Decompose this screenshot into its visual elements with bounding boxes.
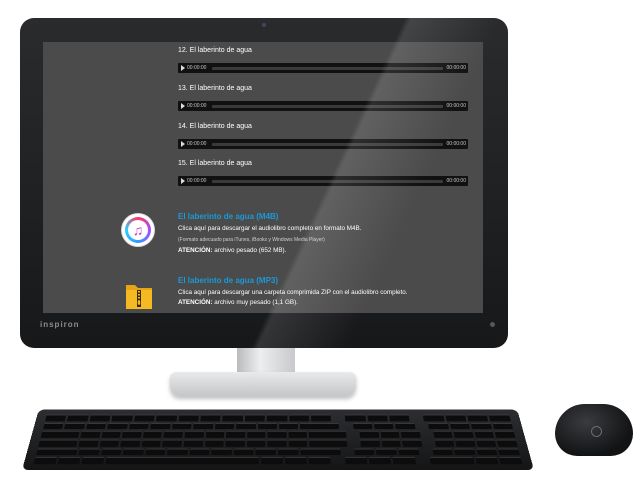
seek-bar[interactable] [212, 105, 443, 108]
play-icon [181, 178, 185, 184]
track-item: 15. El laberinto de agua 00:00:00 00:00:… [178, 159, 468, 186]
audio-player: 00:00:00 00:00:00 [178, 139, 468, 149]
download-m4b-note: (Formato adecuado para iTunes, iBooks y … [178, 237, 478, 243]
play-icon [181, 103, 185, 109]
play-icon [181, 141, 185, 147]
audio-player: 00:00:00 00:00:00 [178, 176, 468, 186]
track-title: 12. El laberinto de agua [178, 46, 468, 56]
duration: 00:00:00 [446, 65, 466, 71]
play-icon [181, 65, 185, 71]
warning-text: archivo muy pesado (1,1 GB). [213, 299, 298, 306]
itunes-icon[interactable]: ♫ [122, 214, 154, 246]
duration: 00:00:00 [446, 141, 466, 147]
power-led-icon [490, 322, 495, 327]
current-time: 00:00:00 [187, 65, 209, 71]
audio-player: 00:00:00 00:00:00 [178, 101, 468, 111]
track-title: 15. El laberinto de agua [178, 159, 468, 169]
warning-label: ATENCIÓN: [178, 299, 213, 306]
track-item: 14. El laberinto de agua 00:00:00 00:00:… [178, 122, 468, 149]
current-time: 00:00:00 [187, 178, 209, 184]
play-button[interactable] [178, 139, 187, 149]
keyboard [22, 410, 534, 470]
duration: 00:00:00 [446, 178, 466, 184]
brand-label: inspiron [40, 320, 80, 329]
track-title: 14. El laberinto de agua [178, 122, 468, 132]
play-button[interactable] [178, 63, 187, 73]
audio-player: 00:00:00 00:00:00 [178, 63, 468, 73]
download-m4b-link[interactable]: El laberinto de agua (M4B) [178, 212, 478, 221]
track-title: 13. El laberinto de agua [178, 84, 468, 94]
download-mp3: El laberinto de agua (MP3) Clica aquí pa… [178, 276, 478, 306]
seek-bar[interactable] [212, 143, 443, 146]
download-m4b-warning: ATENCIÓN: archivo pesado (652 MB). [178, 247, 478, 254]
seek-bar[interactable] [212, 67, 443, 70]
monitor-stand-base [170, 372, 356, 396]
duration: 00:00:00 [446, 103, 466, 109]
play-button[interactable] [178, 101, 187, 111]
download-mp3-link[interactable]: El laberinto de agua (MP3) [178, 276, 478, 285]
download-m4b: El laberinto de agua (M4B) Clica aquí pa… [178, 212, 478, 254]
zip-folder-icon[interactable] [125, 280, 153, 310]
webcam-icon [262, 23, 266, 27]
current-time: 00:00:00 [187, 141, 209, 147]
track-item: 13. El laberinto de agua 00:00:00 00:00:… [178, 84, 468, 111]
screen: 12. El laberinto de agua 00:00:00 00:00:… [43, 42, 483, 313]
track-item: 12. El laberinto de agua 00:00:00 00:00:… [178, 46, 468, 73]
current-time: 00:00:00 [187, 103, 209, 109]
seek-bar[interactable] [212, 180, 443, 183]
download-mp3-description[interactable]: Clica aquí para descargar una carpeta co… [178, 289, 478, 296]
download-mp3-warning: ATENCIÓN: archivo muy pesado (1,1 GB). [178, 299, 478, 306]
warning-label: ATENCIÓN: [178, 247, 213, 254]
warning-text: archivo pesado (652 MB). [213, 247, 287, 254]
mouse-logo-icon [591, 426, 602, 437]
download-m4b-description[interactable]: Clica aquí para descargar el audiolibro … [178, 225, 478, 232]
play-button[interactable] [178, 176, 187, 186]
